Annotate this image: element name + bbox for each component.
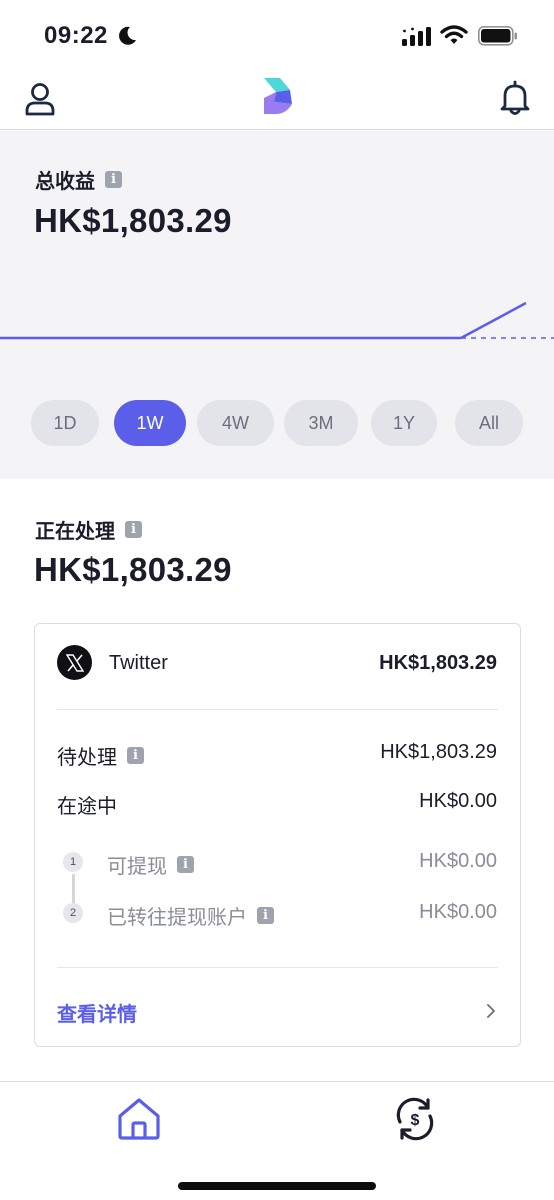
earnings-chart xyxy=(0,301,554,340)
x-logo-icon xyxy=(57,645,92,680)
info-icon[interactable]: i xyxy=(105,171,122,188)
pending-label: 待处理 xyxy=(57,747,117,769)
exchange-icon[interactable]: $ xyxy=(392,1096,438,1142)
info-icon[interactable]: i xyxy=(127,747,144,764)
step-number-2: 2 xyxy=(63,903,83,923)
info-icon[interactable]: i xyxy=(177,856,194,873)
home-icon[interactable] xyxy=(116,1096,162,1142)
processing-label-row: 正在处理 i xyxy=(35,515,142,544)
profile-icon[interactable] xyxy=(24,82,56,116)
info-icon[interactable]: i xyxy=(125,521,142,538)
range-tab-all[interactable]: All xyxy=(455,400,523,446)
withdrawable-row-label: 可提现 i xyxy=(107,850,194,879)
app-logo xyxy=(264,78,292,114)
processing-amount: HK$1,803.29 xyxy=(34,551,232,588)
range-tab-1d[interactable]: 1D xyxy=(31,400,99,446)
platform-amount: HK$1,803.29 xyxy=(379,652,497,674)
range-tab-1y[interactable]: 1Y xyxy=(371,400,437,446)
transferred-label: 已转往提现账户 xyxy=(107,907,247,929)
processing-label: 正在处理 xyxy=(35,521,115,543)
info-icon[interactable]: i xyxy=(257,907,274,924)
earnings-breakdown-card: Twitter HK$1,803.29 待处理 i HK$1,803.29 在途… xyxy=(34,623,521,1047)
pending-value: HK$1,803.29 xyxy=(380,741,497,763)
range-tab-4w[interactable]: 4W xyxy=(197,400,274,446)
bell-icon[interactable] xyxy=(499,80,531,116)
divider xyxy=(57,709,498,710)
battery-icon xyxy=(478,26,517,46)
view-details-link[interactable]: 查看详情 xyxy=(57,998,137,1027)
chart-rise xyxy=(460,301,527,340)
transferred-row-label: 已转往提现账户 i xyxy=(107,901,274,930)
home-indicator xyxy=(178,1182,376,1190)
in-transit-value: HK$0.00 xyxy=(419,790,497,812)
svg-text:$: $ xyxy=(411,1112,420,1129)
transferred-value: HK$0.00 xyxy=(419,901,497,923)
total-earnings-label: 总收益 xyxy=(35,171,95,193)
step-connector xyxy=(72,874,75,904)
signal-icon xyxy=(402,27,431,46)
withdrawable-label: 可提现 xyxy=(107,856,167,878)
range-tabs: 1D 1W 4W 3M 1Y All xyxy=(31,400,525,446)
bottom-tab-bar: $ xyxy=(0,1081,554,1200)
status-time: 09:22 xyxy=(44,22,108,49)
range-tab-1w[interactable]: 1W xyxy=(114,400,186,446)
status-bar: 09:22 xyxy=(0,0,554,70)
pending-row-label: 待处理 i xyxy=(57,741,144,770)
platform-name: Twitter xyxy=(109,652,168,674)
step-number-1: 1 xyxy=(63,852,83,872)
chevron-right-icon[interactable] xyxy=(484,1002,498,1020)
withdrawable-value: HK$0.00 xyxy=(419,850,497,872)
divider xyxy=(57,967,498,968)
top-nav xyxy=(0,70,554,130)
total-earnings-amount: HK$1,803.29 xyxy=(34,202,232,239)
earnings-panel: 总收益 i HK$1,803.29 1D 1W 4W 3M 1Y All xyxy=(0,131,554,479)
range-tab-3m[interactable]: 3M xyxy=(284,400,358,446)
moon-icon xyxy=(119,26,136,45)
wifi-icon xyxy=(440,25,468,44)
total-earnings-label-row: 总收益 i xyxy=(35,165,122,194)
in-transit-label: 在途中 xyxy=(57,796,117,818)
